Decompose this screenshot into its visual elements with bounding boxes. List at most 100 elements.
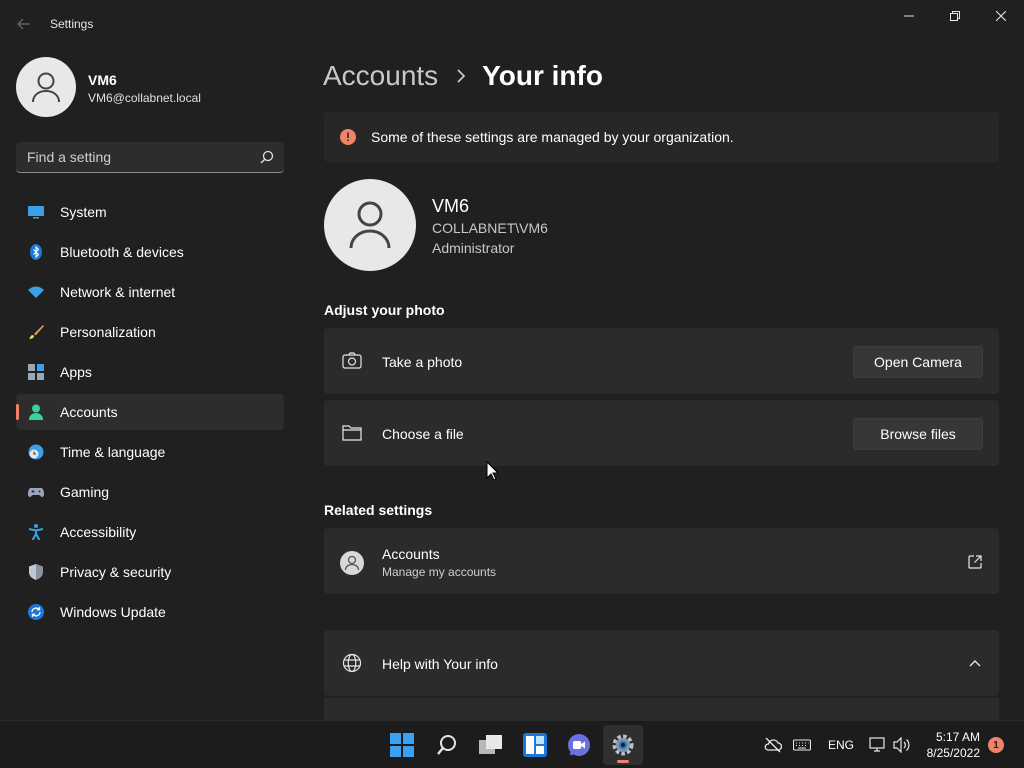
brush-icon	[29, 325, 44, 339]
profile-avatar[interactable]	[16, 57, 76, 117]
sidebar-nav: System Bluetooth & devices Network & int…	[16, 194, 284, 634]
related-accounts-sublabel: Manage my accounts	[382, 565, 497, 579]
breadcrumb: Accounts Your info	[323, 58, 603, 94]
taskbar-search-button[interactable]	[427, 725, 467, 765]
back-button[interactable]	[10, 12, 38, 36]
sidebar-item-label: System	[60, 204, 107, 220]
sidebar-item-label: Apps	[60, 364, 92, 380]
person-icon	[349, 201, 391, 249]
profile-email: VM6@collabnet.local	[88, 91, 201, 105]
keyboard-icon[interactable]	[793, 737, 811, 753]
windows-logo-icon	[390, 733, 414, 757]
breadcrumb-parent[interactable]: Accounts	[323, 60, 438, 92]
profile-name: VM6	[88, 72, 117, 88]
help-expander[interactable]: Help with Your info	[324, 630, 999, 696]
info-text: Some of these settings are managed by yo…	[371, 129, 734, 145]
take-photo-row: Take a photo Open Camera	[324, 328, 999, 394]
sidebar-item-label: Privacy & security	[60, 564, 172, 580]
info-icon	[340, 129, 356, 145]
start-button[interactable]	[382, 725, 422, 765]
person-icon	[32, 72, 60, 103]
sidebar-item-label: Accounts	[60, 404, 118, 420]
close-button[interactable]	[978, 0, 1024, 32]
sidebar-item-label: Windows Update	[60, 604, 166, 620]
widgets-icon	[523, 733, 547, 757]
related-accounts-row[interactable]: Accounts Manage my accounts	[324, 528, 999, 594]
related-accounts-label: Accounts	[382, 546, 440, 562]
sidebar-item-windows-update[interactable]: Windows Update	[16, 594, 284, 630]
browse-files-button[interactable]: Browse files	[853, 418, 983, 450]
sidebar-item-accessibility[interactable]: Accessibility	[16, 514, 284, 550]
restore-button[interactable]	[932, 0, 978, 32]
notification-badge[interactable]: 1	[988, 737, 1004, 753]
sidebar-item-label: Bluetooth & devices	[60, 244, 184, 260]
user-domain: COLLABNET\VM6	[432, 220, 548, 236]
camera-icon	[342, 352, 362, 369]
app-title: Settings	[50, 17, 94, 31]
choose-file-label: Choose a file	[382, 426, 464, 442]
open-camera-button[interactable]: Open Camera	[853, 346, 983, 378]
sidebar-item-label: Accessibility	[60, 524, 137, 540]
sidebar-item-label: Time & language	[60, 444, 166, 460]
sidebar-item-gaming[interactable]: Gaming	[16, 474, 284, 510]
help-label: Help with Your info	[382, 656, 498, 672]
gamepad-icon	[28, 488, 44, 497]
folder-icon	[342, 425, 362, 441]
task-view-button[interactable]	[471, 725, 511, 765]
open-external-icon	[968, 555, 982, 569]
sidebar-item-label: Personalization	[60, 324, 156, 340]
sidebar-item-apps[interactable]: Apps	[16, 354, 284, 390]
network-icon[interactable]	[869, 737, 887, 753]
person-icon	[29, 404, 43, 420]
sidebar-item-personalization[interactable]: Personalization	[16, 314, 284, 350]
sidebar-item-system[interactable]: System	[16, 194, 284, 230]
active-app-indicator	[617, 760, 629, 763]
take-photo-label: Take a photo	[382, 354, 463, 370]
sidebar-item-label: Network & internet	[60, 284, 176, 300]
input-language[interactable]: ENG	[828, 738, 854, 752]
accessibility-icon	[28, 524, 44, 540]
managed-info-bar: Some of these settings are managed by yo…	[324, 112, 999, 162]
teams-chat-button[interactable]	[559, 725, 599, 765]
help-content	[324, 698, 999, 720]
apps-icon	[28, 364, 44, 380]
user-name: VM6	[432, 196, 470, 216]
page-title: Your info	[482, 60, 603, 91]
related-settings-heading: Related settings	[324, 502, 433, 518]
wifi-icon	[28, 286, 44, 298]
globe-clock-icon	[28, 444, 44, 460]
widgets-button[interactable]	[515, 725, 555, 765]
taskbar-settings-app[interactable]	[603, 725, 643, 765]
search-icon	[437, 735, 456, 755]
search-box[interactable]	[16, 142, 284, 173]
chevron-up-icon[interactable]	[969, 659, 981, 667]
clock-time[interactable]: 5:17 AM	[918, 730, 980, 744]
sidebar-item-accounts[interactable]: Accounts	[16, 394, 284, 430]
minimize-button[interactable]	[886, 0, 932, 32]
close-icon	[996, 11, 1006, 21]
sync-icon	[28, 604, 44, 620]
shield-icon	[29, 564, 43, 580]
volume-icon[interactable]	[893, 737, 911, 753]
search-icon[interactable]	[260, 150, 274, 164]
bluetooth-icon	[30, 244, 42, 260]
sidebar-item-time-language[interactable]: Time & language	[16, 434, 284, 470]
arrow-left-icon	[17, 18, 30, 30]
sidebar-item-privacy-security[interactable]: Privacy & security	[16, 554, 284, 590]
clock-date[interactable]: 8/25/2022	[918, 746, 980, 760]
minimize-icon	[904, 15, 914, 17]
title-bar: Settings	[0, 0, 1024, 48]
sidebar-item-network[interactable]: Network & internet	[16, 274, 284, 310]
taskbar: ENG 5:17 AM 8/25/2022 1	[0, 720, 1024, 768]
choose-file-row: Choose a file Browse files	[324, 400, 999, 466]
cloud-offline-icon[interactable]	[764, 737, 782, 753]
globe-icon	[342, 653, 362, 673]
gear-icon	[612, 734, 634, 756]
chat-icon	[568, 734, 590, 756]
search-input[interactable]	[16, 142, 246, 172]
chevron-right-icon	[457, 69, 466, 83]
person-icon	[340, 551, 364, 575]
adjust-photo-heading: Adjust your photo	[324, 302, 445, 318]
user-avatar	[324, 179, 416, 271]
sidebar-item-bluetooth[interactable]: Bluetooth & devices	[16, 234, 284, 270]
